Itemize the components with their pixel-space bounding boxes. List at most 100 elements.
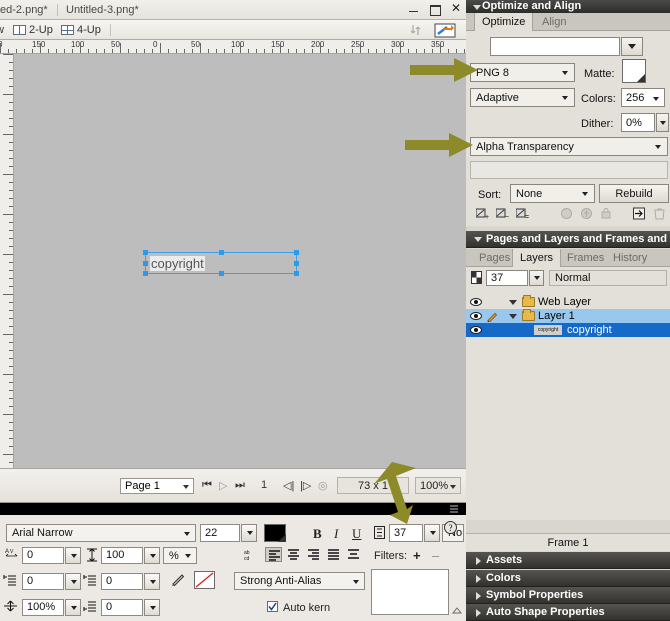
layer-opacity-stepper[interactable] xyxy=(529,270,544,286)
space-before-stepper[interactable] xyxy=(144,573,160,590)
align-left-button[interactable] xyxy=(265,547,282,562)
sort-select[interactable]: None xyxy=(510,184,595,203)
eye-icon[interactable] xyxy=(470,298,482,306)
eyedropper-remove-icon[interactable]: − xyxy=(496,208,510,220)
help-icon[interactable]: ? xyxy=(444,521,457,534)
expand-icon[interactable] xyxy=(509,314,517,319)
last-frame-button[interactable]: ⏭ xyxy=(235,479,245,492)
panel-options-icon[interactable] xyxy=(450,505,460,513)
saved-settings-input[interactable] xyxy=(490,37,620,56)
play-button[interactable]: ▷ xyxy=(219,479,227,492)
prev-frame-button[interactable]: ◁| xyxy=(283,479,294,492)
colors-section-header[interactable]: Colors xyxy=(466,570,670,587)
anti-alias-select[interactable]: Strong Anti-Alias xyxy=(234,572,365,590)
expand-icon[interactable] xyxy=(509,300,517,305)
align-justify-button[interactable] xyxy=(325,547,342,562)
resize-handle[interactable] xyxy=(219,250,224,255)
resize-handle[interactable] xyxy=(294,261,299,266)
document-tab-0[interactable]: ed-2.png* xyxy=(0,2,54,19)
properties-panel-grip[interactable] xyxy=(0,503,466,515)
eyedropper-add-icon[interactable]: + xyxy=(476,208,490,220)
tab-align[interactable]: Align xyxy=(535,13,573,31)
optimize-panel-header[interactable]: Optimize and Align xyxy=(466,0,670,13)
auto-kern-checkbox[interactable] xyxy=(267,601,278,612)
text-color-swatch[interactable] xyxy=(264,524,286,542)
delete-swatch-icon[interactable] xyxy=(654,207,665,220)
underline-button[interactable]: U xyxy=(352,526,361,542)
font-size-stepper[interactable] xyxy=(241,524,257,542)
leading-input[interactable]: 37 xyxy=(389,524,423,542)
pencil-stroke-icon[interactable] xyxy=(170,571,186,587)
close-button[interactable]: ✕ xyxy=(450,2,462,16)
eye-icon[interactable] xyxy=(470,312,482,320)
quick-export-icon[interactable] xyxy=(434,23,456,38)
italic-button[interactable]: I xyxy=(334,526,338,542)
tab-history[interactable]: History xyxy=(606,249,654,267)
page-selector[interactable]: Page 1 xyxy=(120,478,194,494)
tab-frames[interactable]: Frames xyxy=(560,249,611,267)
lock-icon[interactable] xyxy=(601,208,611,219)
tab-optimize[interactable]: Optimize xyxy=(474,13,534,31)
lock-swatch-icon[interactable] xyxy=(581,208,592,219)
paragraph-space-stepper[interactable] xyxy=(65,599,81,616)
zoom-selector[interactable]: 100% xyxy=(415,477,461,494)
resize-handle[interactable] xyxy=(294,250,299,255)
blend-mode-select[interactable]: Normal xyxy=(549,270,667,286)
tab-layers[interactable]: Layers xyxy=(512,249,562,267)
bold-button[interactable]: B xyxy=(313,526,322,542)
layer-row-layer1[interactable]: Layer 1 xyxy=(466,309,670,323)
transparency-select[interactable]: Alpha Transparency xyxy=(470,137,668,156)
canvas[interactable]: copyright xyxy=(14,54,466,468)
fill-color-swatch[interactable] xyxy=(194,571,215,589)
layers-panel-header[interactable]: Pages and Layers and Frames and H xyxy=(466,231,670,262)
align-center-button[interactable] xyxy=(285,547,302,562)
symbol-properties-section-header[interactable]: Symbol Properties xyxy=(466,587,670,604)
filters-list[interactable] xyxy=(371,569,449,615)
eye-icon[interactable] xyxy=(470,326,482,334)
view-4up[interactable]: 4-Up xyxy=(61,22,101,38)
kerning-stepper[interactable] xyxy=(65,547,81,564)
frame-strip[interactable]: Frame 1 xyxy=(466,533,670,551)
eyedropper-edit-icon[interactable]: = xyxy=(516,208,530,220)
horizontal-scale-input[interactable]: 100 xyxy=(101,547,143,564)
rebuild-button[interactable]: Rebuild xyxy=(599,184,669,203)
paragraph-indent-stepper[interactable] xyxy=(65,573,81,590)
resize-grip-icon[interactable] xyxy=(452,606,462,614)
sort-updown-icon[interactable] xyxy=(410,24,426,37)
align-right-button[interactable] xyxy=(305,547,322,562)
paragraph-indent-input[interactable]: 0 xyxy=(22,573,64,590)
next-frame-button[interactable]: |▷ xyxy=(300,479,311,492)
palette-select[interactable]: Adaptive xyxy=(470,88,575,107)
document-tab-1[interactable]: Untitled-3.png* xyxy=(60,2,145,19)
kerning-input[interactable]: 0 xyxy=(22,547,64,564)
dither-input[interactable]: 0% xyxy=(621,113,655,132)
first-frame-button[interactable]: ⏮ xyxy=(202,479,212,492)
space-after-stepper[interactable] xyxy=(144,599,160,616)
tab-pages[interactable]: Pages xyxy=(472,249,517,267)
leading-stepper[interactable] xyxy=(424,524,440,542)
minimize-button[interactable] xyxy=(408,2,420,16)
remove-filter-button[interactable]: – xyxy=(432,548,439,563)
view-2up[interactable]: 2-Up xyxy=(13,22,53,38)
layer-row-copyright[interactable]: copyright copyright xyxy=(466,323,670,337)
font-family-select[interactable]: Arial Narrow xyxy=(6,524,196,542)
scale-unit-select[interactable]: % xyxy=(163,547,197,564)
pencil-icon[interactable] xyxy=(487,311,498,322)
space-before-input[interactable]: 0 xyxy=(101,573,143,590)
stop-button[interactable]: ◎ xyxy=(318,479,328,492)
text-object[interactable]: copyright xyxy=(143,250,299,276)
view-preview[interactable]: w xyxy=(0,22,4,38)
font-size-input[interactable]: 22 xyxy=(200,524,240,542)
align-stretch-button[interactable] xyxy=(345,547,362,562)
paragraph-space-input[interactable]: 100% xyxy=(22,599,64,616)
transparent-swatch-icon[interactable] xyxy=(561,208,572,219)
space-after-input[interactable]: 0 xyxy=(101,599,143,616)
horizontal-scale-stepper[interactable] xyxy=(144,547,160,564)
resize-handle[interactable] xyxy=(219,271,224,276)
colors-input[interactable]: 256 xyxy=(621,88,665,107)
resize-handle[interactable] xyxy=(143,250,148,255)
color-palette-swatches[interactable] xyxy=(470,161,668,179)
dither-stepper[interactable] xyxy=(656,113,669,132)
layer-row-web[interactable]: Web Layer xyxy=(466,295,670,309)
assets-section-header[interactable]: Assets xyxy=(466,552,670,569)
